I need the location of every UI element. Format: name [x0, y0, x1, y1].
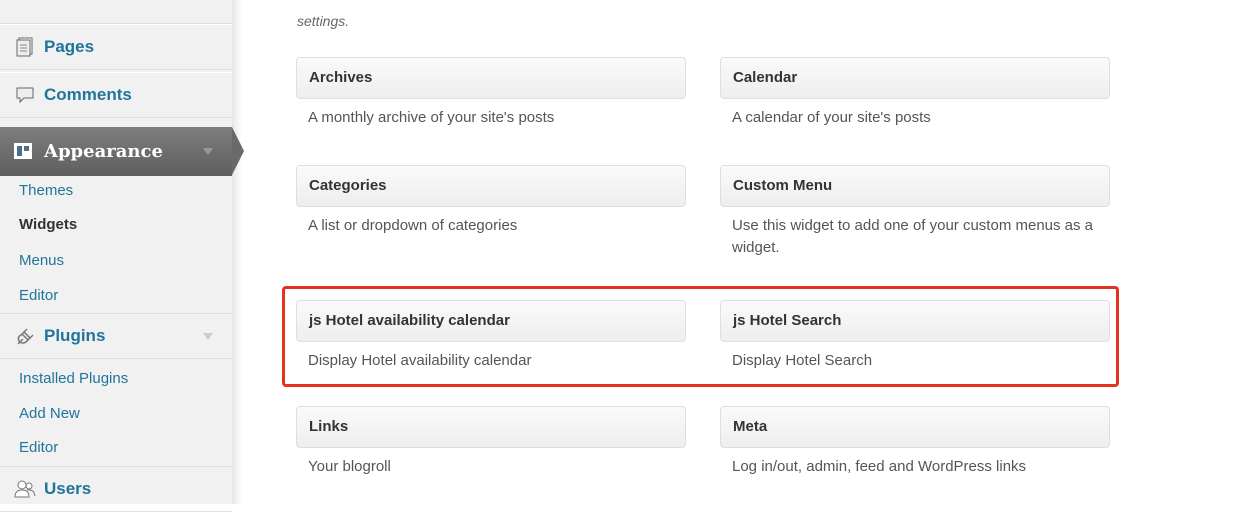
submenu-installed-plugins[interactable]: Installed Plugins — [19, 370, 128, 387]
menu-pages-label: Pages — [44, 37, 95, 56]
widget-description: Use this widget to add one of your custo… — [732, 217, 1094, 256]
widget-description: A list or dropdown of categories — [308, 217, 518, 234]
submenu-editor[interactable]: Editor — [19, 287, 58, 304]
widget-title[interactable]: Calendar — [720, 57, 1110, 99]
intro-text: settings. — [297, 13, 350, 29]
widget-description: Your blogroll — [308, 458, 391, 475]
submenu-widgets[interactable]: Widgets — [19, 216, 77, 233]
widget-description: Log in/out, admin, feed and WordPress li… — [732, 458, 1027, 475]
appearance-icon — [14, 143, 32, 159]
menu-comments[interactable]: Comments — [0, 72, 232, 118]
admin-sidebar: Pages Comments Appearance Themes Widgets… — [0, 0, 232, 512]
menu-users[interactable]: Users — [0, 466, 232, 512]
widget-calendar[interactable]: Calendar A calendar of your site's posts — [720, 57, 1110, 129]
widget-links[interactable]: Links Your blogroll — [296, 406, 686, 478]
users-icon — [14, 479, 36, 499]
submenu-themes[interactable]: Themes — [19, 182, 73, 199]
menu-plugins[interactable]: Plugins — [0, 313, 232, 359]
submenu-add-new[interactable]: Add New — [19, 405, 80, 422]
pages-icon — [14, 37, 36, 57]
widget-description: A calendar of your site's posts — [732, 109, 931, 126]
menu-appearance[interactable]: Appearance — [0, 127, 232, 176]
submenu-plugin-editor[interactable]: Editor — [19, 439, 58, 456]
widget-title[interactable]: Meta — [720, 406, 1110, 448]
widget-meta[interactable]: Meta Log in/out, admin, feed and WordPre… — [720, 406, 1110, 478]
widget-title[interactable]: Custom Menu — [720, 165, 1110, 207]
active-menu-arrow — [232, 127, 244, 175]
widget-description: A monthly archive of your site's posts — [308, 109, 555, 126]
menu-comments-label: Comments — [44, 85, 132, 104]
menu-users-label: Users — [44, 479, 92, 498]
widget-title[interactable]: Categories — [296, 165, 686, 207]
chevron-down-icon[interactable] — [203, 333, 213, 340]
sidebar-shadow — [232, 0, 242, 504]
menu-appearance-label: Appearance — [44, 141, 163, 162]
comments-icon — [14, 85, 36, 105]
menu-plugins-label: Plugins — [44, 326, 106, 345]
widget-title[interactable]: Archives — [296, 57, 686, 99]
plugins-icon — [14, 326, 36, 346]
widget-categories[interactable]: Categories A list or dropdown of categor… — [296, 165, 686, 237]
submenu-menus[interactable]: Menus — [19, 252, 64, 269]
chevron-down-icon[interactable] — [203, 148, 213, 155]
sidebar-top-edge — [0, 0, 232, 24]
menu-pages[interactable]: Pages — [0, 24, 232, 70]
widget-custom-menu[interactable]: Custom Menu Use this widget to add one o… — [720, 165, 1110, 259]
widget-title[interactable]: Links — [296, 406, 686, 448]
widget-archives[interactable]: Archives A monthly archive of your site'… — [296, 57, 686, 129]
highlight-box — [282, 286, 1119, 387]
